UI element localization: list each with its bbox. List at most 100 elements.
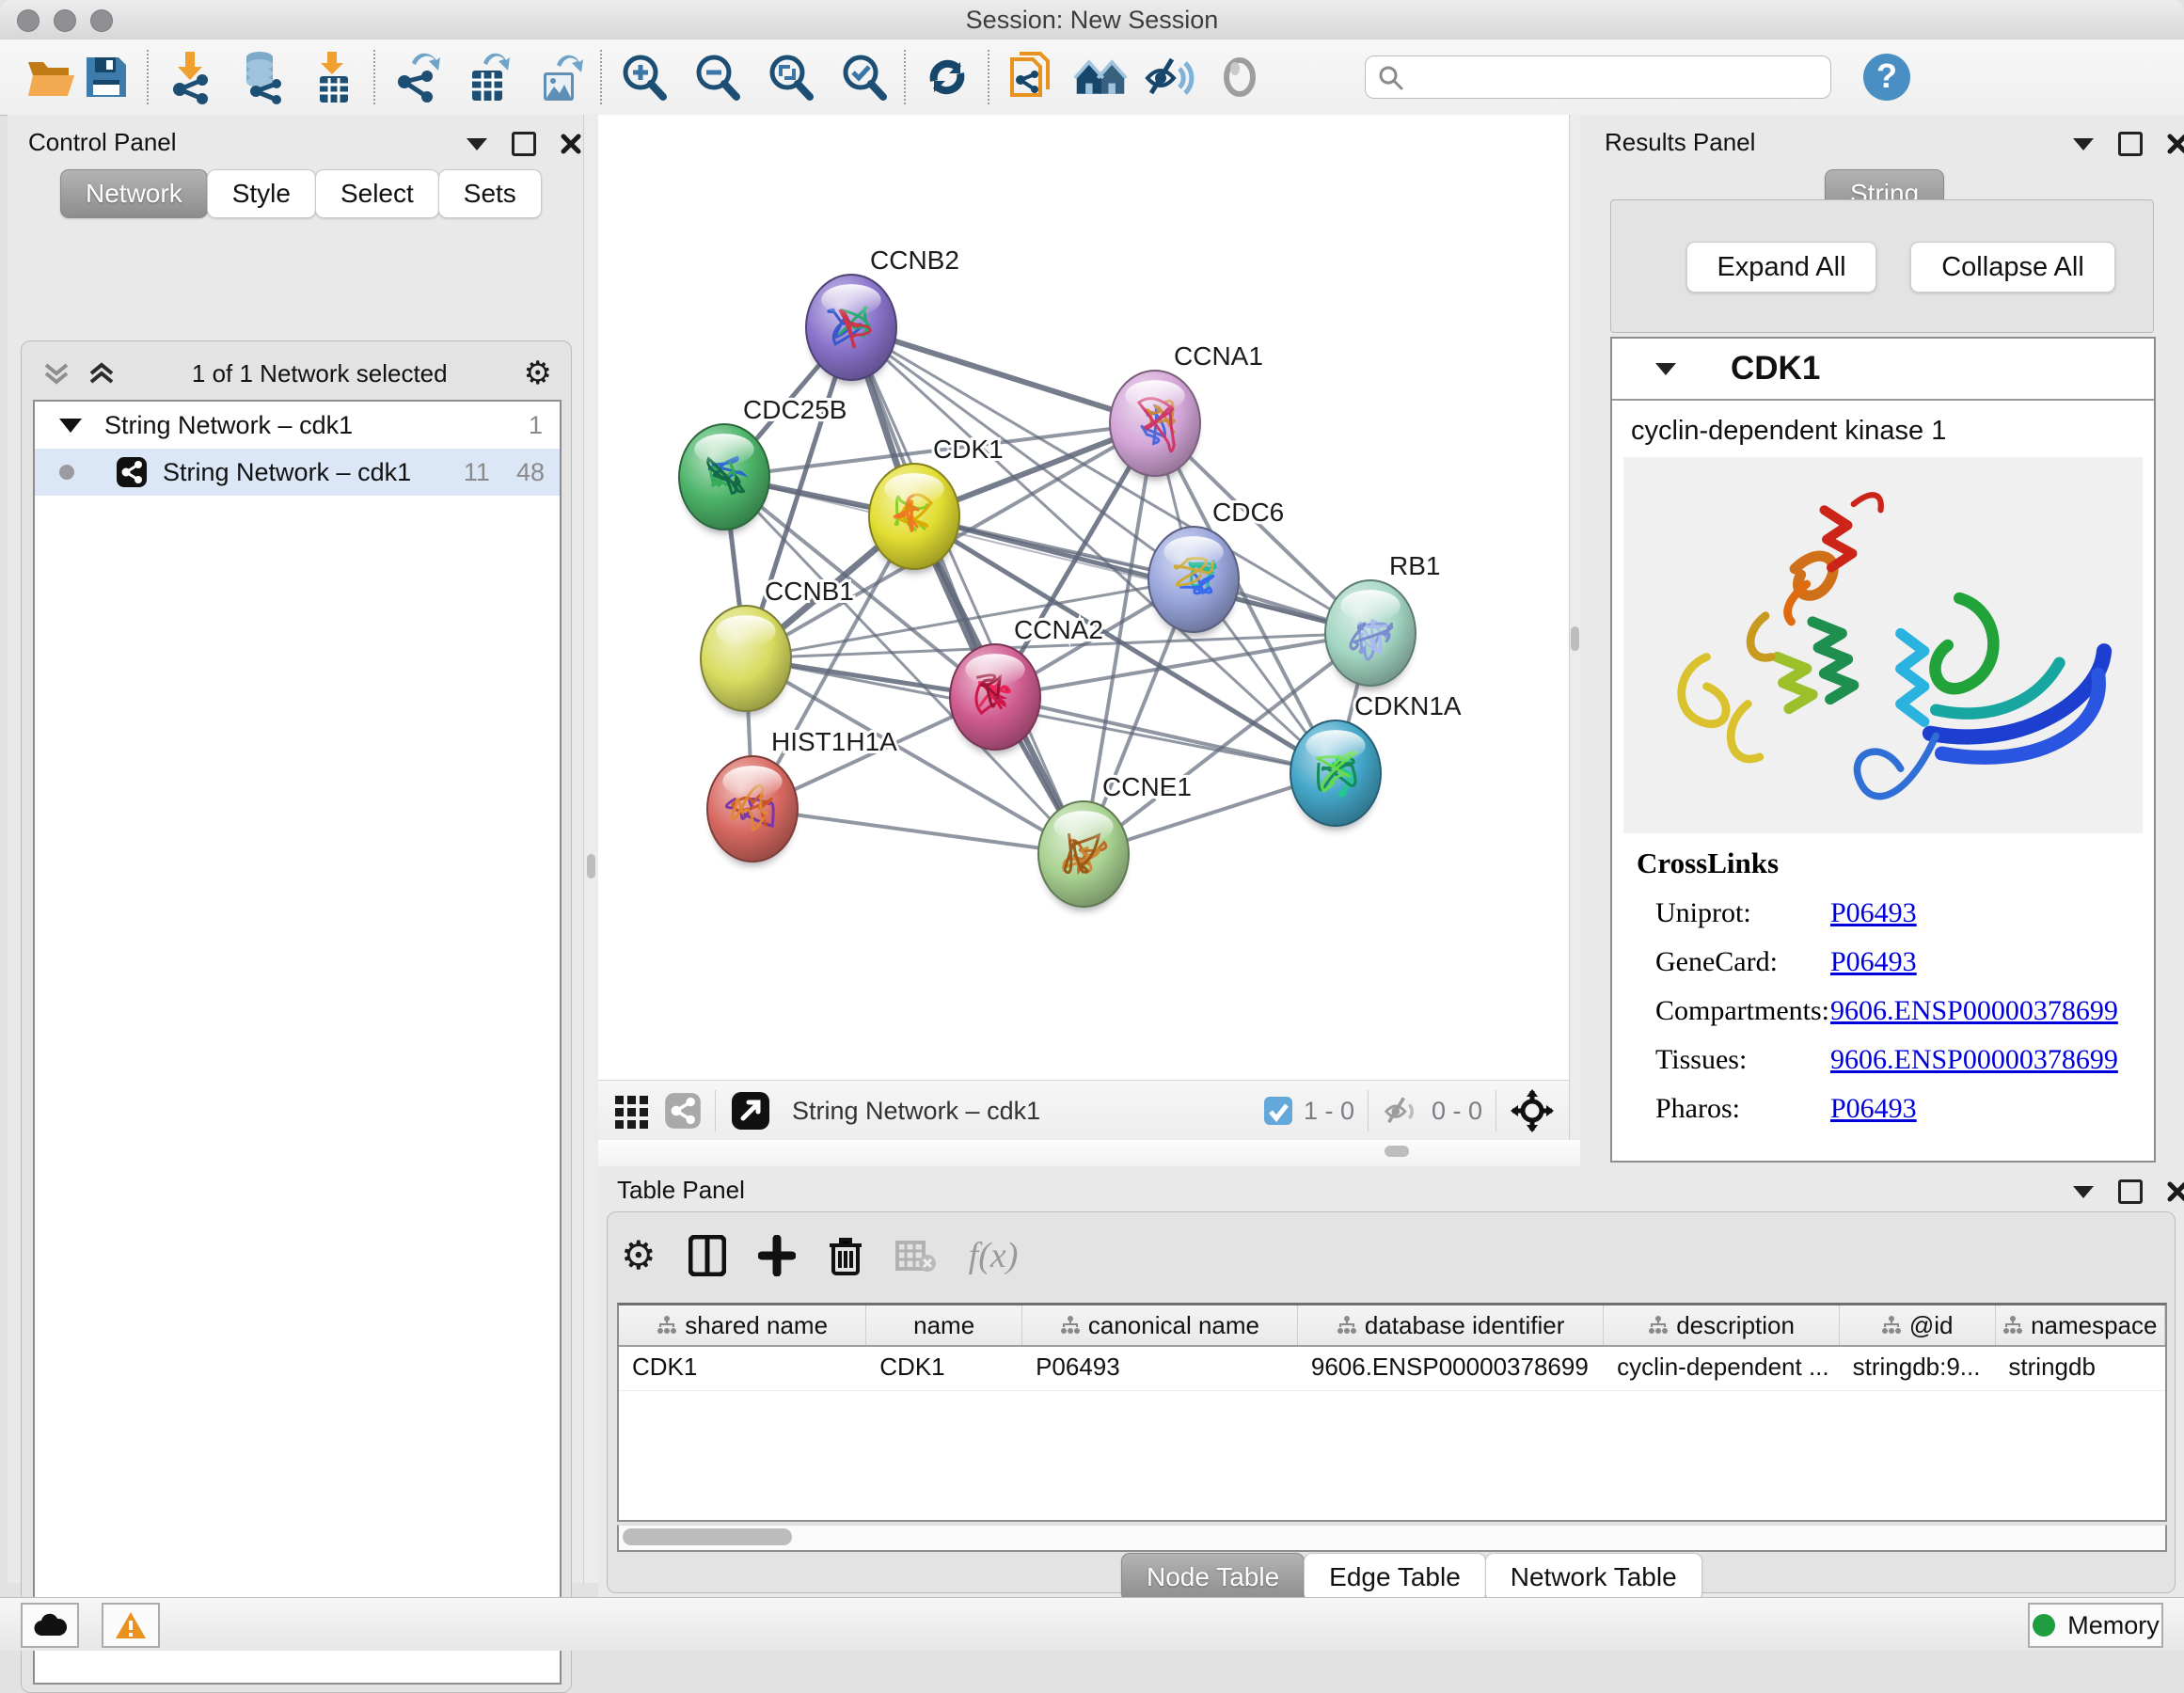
help-button[interactable]: ? <box>1860 50 1914 104</box>
detach-view-icon[interactable] <box>730 1090 771 1131</box>
panel-menu-icon[interactable] <box>467 138 487 150</box>
network-edge[interactable] <box>851 327 1155 423</box>
import-network-file-button[interactable] <box>163 50 217 104</box>
save-session-button[interactable] <box>79 50 134 104</box>
network-node-cdkn1a[interactable] <box>1290 720 1381 830</box>
network-node-hist1h1a[interactable] <box>707 756 798 865</box>
tab-network[interactable]: Network <box>60 169 208 218</box>
panel-menu-icon[interactable] <box>2073 1186 2094 1198</box>
search-input[interactable] <box>1365 55 1831 99</box>
network-share-gray-icon[interactable] <box>664 1092 702 1130</box>
tab-edge-table[interactable]: Edge Table <box>1304 1553 1486 1602</box>
tab-node-table[interactable]: Node Table <box>1121 1553 1305 1602</box>
column-header[interactable]: database identifier <box>1298 1305 1604 1345</box>
gene-header-row[interactable]: CDK1 <box>1612 339 2154 401</box>
close-panel-icon[interactable] <box>2167 134 2184 154</box>
collection-expander-icon[interactable] <box>59 419 82 433</box>
selected-checkbox-icon[interactable] <box>1262 1095 1294 1127</box>
network-node-cdk1[interactable] <box>869 464 959 573</box>
crosslink-link[interactable]: P06493 <box>1830 1093 1917 1125</box>
network-node-cdc6[interactable] <box>1148 527 1239 636</box>
birdseye-crosshair-icon[interactable] <box>1511 1089 1554 1132</box>
panel-menu-icon[interactable] <box>2073 138 2094 150</box>
zoom-fit-button[interactable] <box>763 50 817 104</box>
gene-expander-icon[interactable] <box>1655 363 1676 375</box>
cloud-status-button[interactable] <box>21 1603 79 1648</box>
tab-sets[interactable]: Sets <box>438 169 542 218</box>
network-node-cdc25b[interactable] <box>679 424 769 533</box>
collapse-all-icon[interactable] <box>42 359 71 388</box>
column-header[interactable]: name <box>866 1305 1022 1345</box>
tab-style[interactable]: Style <box>207 169 316 218</box>
copy-network-button[interactable] <box>1004 50 1058 104</box>
float-panel-icon[interactable] <box>512 132 536 156</box>
crosslink-link[interactable]: P06493 <box>1830 897 1917 929</box>
column-header[interactable]: namespace <box>1996 1305 2165 1345</box>
memory-button[interactable]: Memory <box>2028 1603 2163 1648</box>
tab-select[interactable]: Select <box>315 169 439 218</box>
column-header[interactable]: description <box>1604 1305 1840 1345</box>
apply-layout-button[interactable] <box>920 50 974 104</box>
export-network-button[interactable] <box>389 50 444 104</box>
expand-all-icon[interactable] <box>87 359 116 388</box>
table-horizontal-scrollbar[interactable] <box>617 1525 2167 1552</box>
crosslink-link[interactable]: 9606.ENSP00000378699 <box>1830 1044 2118 1076</box>
network-node-ccne1[interactable] <box>1038 801 1129 910</box>
grid-view-icon[interactable] <box>613 1092 651 1130</box>
tab-network-table[interactable]: Network Table <box>1485 1553 1702 1602</box>
node-table[interactable]: shared namenamecanonical namedatabase id… <box>617 1303 2167 1522</box>
scrollbar-thumb[interactable] <box>623 1528 792 1545</box>
hide-selected-button[interactable] <box>1143 50 1197 104</box>
import-network-database-button[interactable] <box>234 50 289 104</box>
crosslink-link[interactable]: P06493 <box>1830 946 1917 978</box>
import-table-file-button[interactable] <box>306 50 360 104</box>
network-edge-count: 48 <box>516 458 545 487</box>
hidden-eye-icon[interactable] <box>1383 1094 1422 1128</box>
network-options-gear-icon[interactable]: ⚙ <box>524 357 552 389</box>
table-cell[interactable]: CDK1 <box>866 1347 1022 1390</box>
create-column-icon[interactable] <box>758 1235 796 1276</box>
collapse-all-button[interactable]: Collapse All <box>1910 242 2115 293</box>
network-collection-row[interactable]: String Network – cdk1 1 <box>35 402 560 449</box>
table-cell[interactable]: 9606.ENSP00000378699 <box>1298 1347 1604 1390</box>
float-panel-icon[interactable] <box>2118 1179 2143 1204</box>
column-header[interactable]: canonical name <box>1022 1305 1298 1345</box>
panel-splitter-left[interactable] <box>583 115 599 1583</box>
float-panel-icon[interactable] <box>2118 132 2143 156</box>
table-cell[interactable]: stringdb <box>1995 1347 2165 1390</box>
warnings-button[interactable] <box>102 1603 160 1648</box>
zoom-in-icon <box>618 52 669 103</box>
collection-count: 1 <box>529 411 543 440</box>
open-session-button[interactable] <box>24 50 79 104</box>
table-cell[interactable]: stringdb:9... <box>1840 1347 1996 1390</box>
network-node-rb1[interactable] <box>1325 580 1416 689</box>
network-node-ccna1[interactable] <box>1110 371 1200 480</box>
table-options-gear-icon[interactable]: ⚙ <box>621 1236 657 1275</box>
network-canvas[interactable]: CCNB2CCNA1CDC25BCDK1CDC6RB1CCNB1CCNA2CDK… <box>598 115 1569 1080</box>
function-builder-button: f(x) <box>969 1235 1019 1276</box>
table-cell[interactable]: P06493 <box>1022 1347 1298 1390</box>
network-edge[interactable] <box>995 697 1336 773</box>
table-cell[interactable]: CDK1 <box>619 1347 866 1390</box>
show-all-networks-button[interactable] <box>1073 50 1128 104</box>
column-header[interactable]: @id <box>1840 1305 1996 1345</box>
export-table-button[interactable] <box>461 50 515 104</box>
network-node-ccnb1[interactable] <box>701 606 791 715</box>
show-columns-icon[interactable] <box>688 1235 726 1276</box>
network-edge[interactable] <box>752 809 1084 854</box>
column-header[interactable]: shared name <box>619 1305 866 1345</box>
table-row[interactable]: CDK1CDK1P064939606.ENSP00000378699cyclin… <box>619 1347 2165 1391</box>
zoom-out-button[interactable] <box>689 50 744 104</box>
crosslink-link[interactable]: 9606.ENSP00000378699 <box>1830 995 2118 1027</box>
expand-all-button[interactable]: Expand All <box>1686 242 1876 293</box>
close-panel-icon[interactable] <box>2167 1181 2184 1202</box>
show-hidden-button[interactable] <box>1212 50 1267 104</box>
zoom-in-button[interactable] <box>616 50 671 104</box>
network-row[interactable]: String Network – cdk1 11 48 <box>35 449 560 496</box>
zoom-selected-button[interactable] <box>836 50 891 104</box>
delete-column-icon[interactable] <box>828 1234 863 1277</box>
export-image-button[interactable] <box>532 50 587 104</box>
close-panel-icon[interactable] <box>561 134 581 154</box>
network-edge[interactable] <box>851 327 1084 854</box>
table-cell[interactable]: cyclin-dependent ... <box>1604 1347 1839 1390</box>
